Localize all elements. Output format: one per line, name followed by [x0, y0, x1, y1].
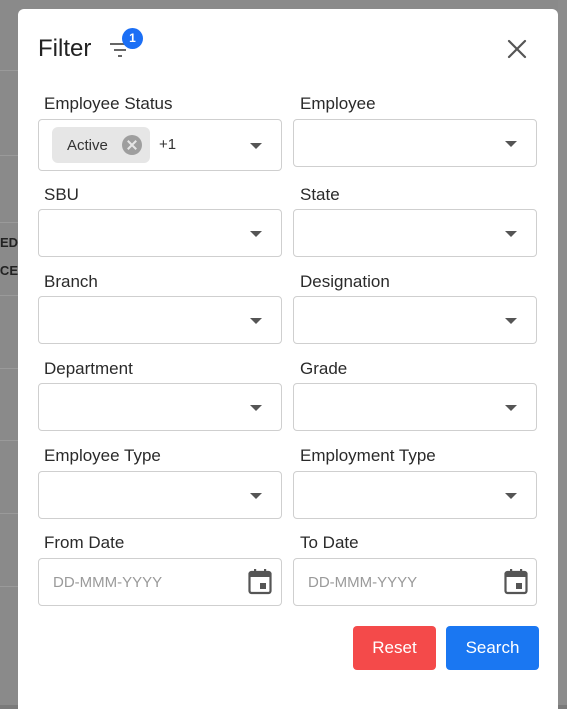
employee-type-label: Employee Type [44, 446, 161, 465]
chevron-down-icon [250, 231, 262, 237]
chip-label: Active [67, 137, 108, 154]
background-divider [0, 222, 18, 223]
filter-modal: Filter 1 Employee Status Active +1 Emplo… [18, 9, 558, 709]
designation-label: Designation [300, 272, 390, 291]
background-divider [0, 368, 18, 369]
calendar-icon[interactable] [248, 569, 272, 595]
from-date-input[interactable] [38, 558, 282, 606]
background-row-text: TED [0, 235, 18, 250]
chevron-down-icon [250, 405, 262, 411]
chevron-down-icon [250, 493, 262, 499]
active-chip: Active [52, 127, 150, 163]
modal-title: Filter [38, 35, 92, 62]
grade-select[interactable] [293, 383, 537, 431]
employment-type-select[interactable] [293, 471, 537, 519]
sbu-label: SBU [44, 185, 79, 204]
close-icon[interactable] [504, 36, 530, 62]
background-row-text: NCE [0, 263, 18, 278]
calendar-icon[interactable] [504, 569, 528, 595]
to-date-label: To Date [300, 533, 359, 552]
filter-count-badge: 1 [122, 28, 143, 49]
chevron-down-icon [505, 405, 517, 411]
state-select[interactable] [293, 209, 537, 257]
background-divider [0, 70, 18, 71]
designation-select[interactable] [293, 296, 537, 344]
chevron-down-icon [250, 143, 262, 149]
employee-type-select[interactable] [38, 471, 282, 519]
sbu-select[interactable] [38, 209, 282, 257]
to-date-input[interactable] [293, 558, 537, 606]
grade-label: Grade [300, 359, 348, 378]
employee-status-label: Employee Status [44, 94, 173, 113]
chevron-down-icon [505, 493, 517, 499]
background-divider [0, 155, 18, 156]
department-label: Department [44, 359, 133, 378]
branch-select[interactable] [38, 296, 282, 344]
background-divider [0, 586, 18, 587]
background-divider [0, 440, 18, 441]
chevron-down-icon [250, 318, 262, 324]
employee-select[interactable] [293, 119, 537, 167]
chevron-down-icon [505, 231, 517, 237]
search-button[interactable]: Search [446, 626, 539, 670]
background-page-right [558, 0, 567, 705]
reset-button[interactable]: Reset [353, 626, 436, 670]
department-select[interactable] [38, 383, 282, 431]
chip-remove-icon[interactable] [122, 135, 142, 155]
state-label: State [300, 185, 340, 204]
background-divider [0, 513, 18, 514]
chevron-down-icon [505, 141, 517, 147]
branch-label: Branch [44, 272, 98, 291]
chevron-down-icon [505, 318, 517, 324]
employee-label: Employee [300, 94, 376, 113]
employee-status-select[interactable]: Active +1 [38, 119, 282, 171]
employment-type-label: Employment Type [300, 446, 436, 465]
more-selected-count: +1 [159, 136, 177, 153]
from-date-label: From Date [44, 533, 125, 552]
background-divider [0, 295, 18, 296]
